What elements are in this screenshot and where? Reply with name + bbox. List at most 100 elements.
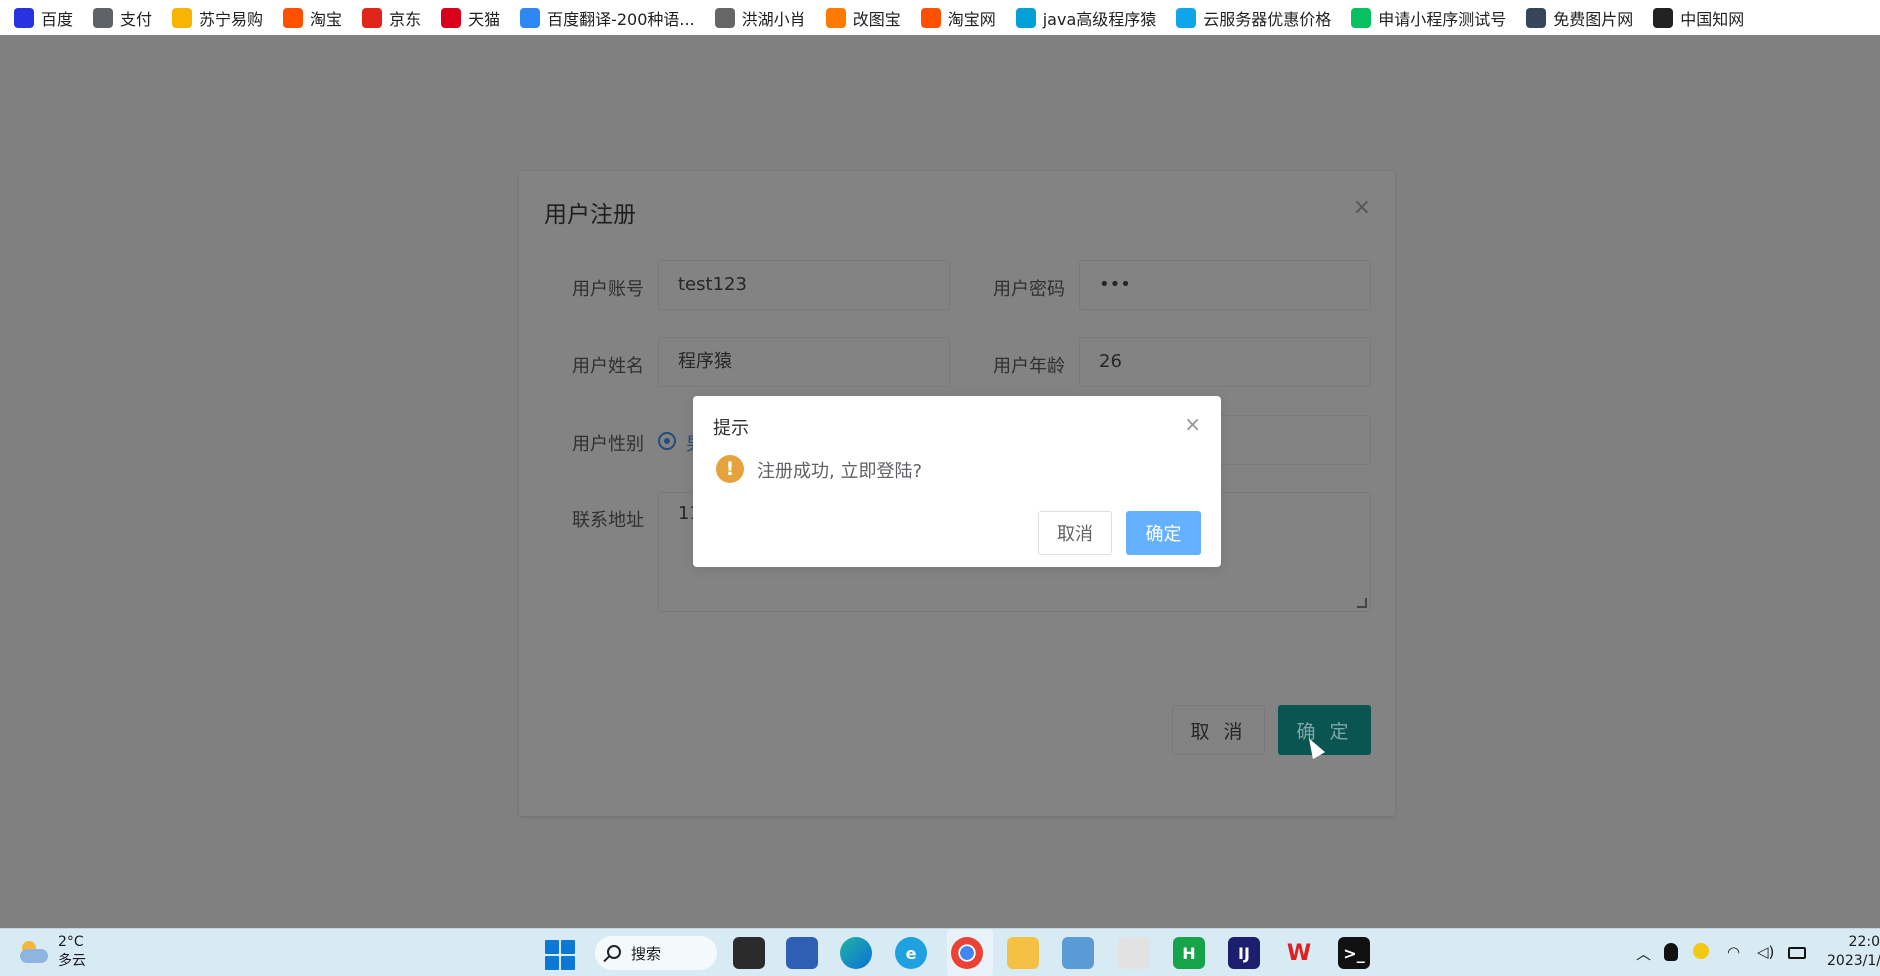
name-label: 用户姓名 xyxy=(572,356,644,377)
image-edit-icon xyxy=(825,7,846,28)
bookmarks-bar: 百度 支付 苏宁易购 淘宝 京东 天猫 百度翻译-200种语... 洪湖小肖 改图宝 淘宝网 jav… xyxy=(0,0,1880,35)
suning-icon xyxy=(172,7,193,28)
bookmark-item[interactable]: 淘宝网 xyxy=(920,6,996,30)
bookmark-item[interactable]: 淘宝 xyxy=(283,6,342,30)
bookmark-label: 洪湖小肖 xyxy=(741,9,806,29)
warning-icon: ! xyxy=(716,455,744,483)
bookmark-item[interactable]: 京东 xyxy=(362,6,421,30)
bookmark-label: 百度 xyxy=(41,9,74,29)
bookmark-label: 申请小程序测试号 xyxy=(1378,9,1507,29)
bookmark-item[interactable]: 洪湖小肖 xyxy=(714,6,806,30)
weather-widget[interactable]: 2°C 多云 xyxy=(18,933,86,971)
age-input[interactable]: 26 xyxy=(1079,337,1371,387)
globe-icon xyxy=(93,7,114,28)
bookmark-label: java高级程序猿 xyxy=(1042,9,1157,29)
gender-label: 用户性别 xyxy=(572,434,644,455)
weather-desc: 多云 xyxy=(58,953,86,969)
chrome-icon[interactable] xyxy=(951,937,983,969)
clock-date: 2023/1/ xyxy=(1827,953,1880,969)
close-icon[interactable]: × xyxy=(1353,195,1371,220)
clock-time: 22:0 xyxy=(1848,934,1880,950)
bookmark-item[interactable]: 百度 xyxy=(14,6,73,30)
message-box-title: 提示 xyxy=(713,418,749,439)
wechat-icon xyxy=(1351,7,1372,28)
cloud-icon xyxy=(1176,7,1197,28)
bookmark-item[interactable]: 天猫 xyxy=(441,6,500,30)
network-computer-icon[interactable] xyxy=(786,937,818,969)
tmall-icon xyxy=(441,7,462,28)
bookmark-label: 改图宝 xyxy=(852,9,901,29)
bookmark-item[interactable]: 云服务器优惠价格 xyxy=(1176,6,1331,30)
taskbar: 2°C 多云 搜索 e H IJ W >_ ︿ ◠ ◁) 22:0 2023/1/ xyxy=(0,928,1880,976)
bookmark-label: 云服务器优惠价格 xyxy=(1203,9,1332,29)
bookmark-item[interactable]: 百度翻译-200种语... xyxy=(520,6,695,30)
file-explorer-dark-icon[interactable] xyxy=(733,937,765,969)
resize-handle-icon[interactable] xyxy=(1357,598,1367,608)
bookmark-item[interactable]: 苏宁易购 xyxy=(172,6,263,30)
message-cancel-button[interactable]: 取消 xyxy=(1038,511,1112,555)
bookmark-item[interactable]: 免费图片网 xyxy=(1526,6,1633,30)
folder-icon[interactable] xyxy=(1007,937,1039,969)
register-confirm-button[interactable]: 确 定 xyxy=(1278,705,1371,755)
name-input[interactable]: 程序猿 xyxy=(658,337,950,387)
bookmark-item[interactable]: java高级程序猿 xyxy=(1015,6,1157,30)
bookmark-item[interactable]: 中国知网 xyxy=(1653,6,1744,30)
terminal-icon[interactable]: >_ xyxy=(1338,937,1370,969)
bookmark-label: 天猫 xyxy=(468,9,501,29)
taobao-icon xyxy=(920,7,941,28)
message-box-text: 注册成功, 立即登陆? xyxy=(757,461,922,482)
register-cancel-button[interactable]: 取 消 xyxy=(1172,705,1265,755)
jd-icon xyxy=(362,7,383,28)
bookmark-label: 苏宁易购 xyxy=(199,9,264,29)
bookmark-item[interactable]: 改图宝 xyxy=(825,6,901,30)
search-label: 搜索 xyxy=(631,944,662,963)
password-label: 用户密码 xyxy=(993,279,1065,300)
battery-icon[interactable] xyxy=(1788,947,1806,959)
bookmark-label: 免费图片网 xyxy=(1553,9,1634,29)
register-dialog-title: 用户注册 xyxy=(544,202,636,228)
t-icon xyxy=(1526,7,1547,28)
bilibili-icon xyxy=(1015,7,1036,28)
gender-male-radio[interactable] xyxy=(658,432,676,450)
tray-app-icon[interactable] xyxy=(1693,943,1709,959)
translate-icon xyxy=(520,7,541,28)
cnki-icon xyxy=(1653,7,1674,28)
bookmark-label: 淘宝 xyxy=(310,9,343,29)
bookmark-item[interactable]: 申请小程序测试号 xyxy=(1351,6,1506,30)
wifi-icon[interactable]: ◠ xyxy=(1727,943,1740,961)
age-label: 用户年龄 xyxy=(993,356,1065,377)
account-label: 用户账号 xyxy=(572,279,644,300)
bookmark-item[interactable]: 支付 xyxy=(93,6,152,30)
bookmark-label: 京东 xyxy=(389,9,422,29)
taskbar-search[interactable]: 搜索 xyxy=(595,936,717,970)
password-input[interactable]: ••• xyxy=(1079,260,1371,310)
message-confirm-button[interactable]: 确定 xyxy=(1126,511,1201,555)
account-input[interactable]: test123 xyxy=(658,260,950,310)
powerpoint-icon[interactable] xyxy=(1118,937,1150,969)
photos-icon[interactable] xyxy=(1062,937,1094,969)
taobao-icon xyxy=(283,7,304,28)
system-clock[interactable]: 22:0 2023/1/ xyxy=(1827,933,1880,971)
hbuilder-icon[interactable]: H xyxy=(1173,937,1205,969)
search-icon xyxy=(607,945,621,959)
bookmark-label: 淘宝网 xyxy=(947,9,996,29)
message-box: 提示 × ! 注册成功, 立即登陆? 取消 确定 xyxy=(693,396,1221,567)
intellij-icon[interactable]: IJ xyxy=(1228,937,1260,969)
close-icon[interactable]: × xyxy=(1184,412,1201,436)
qq-icon[interactable] xyxy=(1664,943,1678,961)
bird-icon xyxy=(714,7,735,28)
weather-temp: 2°C xyxy=(58,934,84,950)
partly-cloudy-icon xyxy=(18,939,48,965)
address-label: 联系地址 xyxy=(572,510,644,531)
modal-overlay[interactable]: 用户注册 × 用户账号 test123 用户密码 ••• 用户姓名 程序猿 用户… xyxy=(0,35,1880,963)
edge-icon[interactable] xyxy=(840,937,872,969)
bookmark-label: 中国知网 xyxy=(1680,9,1745,29)
wps-icon[interactable]: W xyxy=(1283,937,1315,969)
baidu-paw-icon xyxy=(14,7,34,28)
bookmark-label: 百度翻译-200种语... xyxy=(547,9,695,29)
ie-browser-icon[interactable]: e xyxy=(895,937,927,969)
chevron-up-icon[interactable]: ︿ xyxy=(1636,943,1651,964)
bookmark-label: 支付 xyxy=(120,9,153,29)
volume-icon[interactable]: ◁) xyxy=(1757,943,1774,961)
windows-start-icon[interactable] xyxy=(545,940,575,970)
